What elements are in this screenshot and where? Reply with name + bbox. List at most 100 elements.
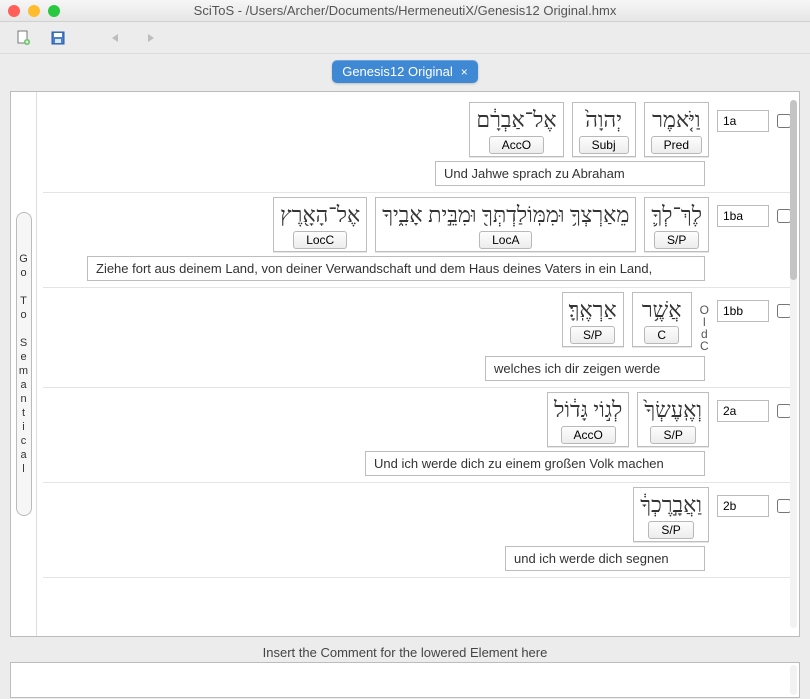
clause-checkbox[interactable] (777, 114, 791, 128)
syntax-unit[interactable]: וַיֹּ֤אמֶר Pred (644, 102, 709, 157)
clause-top: אֶל־אַבְרָ֔ם AccO יְהוָה֙ Subj וַיֹּ֤אמֶר Pre… (43, 102, 791, 157)
clause-checkbox[interactable] (777, 499, 791, 513)
work-area: Go To Semantical אֶל־אַבְרָ֔םAccOיְהוָה֙… (10, 91, 800, 637)
syntax-unit[interactable]: יְהוָה֙ Subj (572, 102, 636, 157)
role-button[interactable]: S/P (654, 231, 699, 249)
units-group: אַרְאֶֽךָּ׃S/P אֲשֶׁ֥ר C (562, 292, 692, 347)
translation-text[interactable]: Und Jahwe sprach zu Abraham (435, 161, 705, 186)
hebrew-text: וַאֲבָ֣רֶכְךָ֔ (640, 492, 702, 518)
clause-checkbox[interactable] (777, 209, 791, 223)
tabbar: Genesis12 Original × (0, 54, 810, 87)
clause-checkbox[interactable] (777, 304, 791, 318)
document-tab[interactable]: Genesis12 Original × (332, 60, 478, 83)
new-file-button[interactable] (10, 27, 38, 49)
role-button[interactable]: S/P (648, 521, 693, 539)
reference-input[interactable] (717, 400, 769, 422)
units-group: לְג֣וֹי גָּד֔וֹל AccO וְאֶֽעֶשְׂךָ֙ S/P (547, 392, 709, 447)
sidebar-letter: G (19, 253, 28, 265)
clause-top: אֶל־הָאָ֖רֶץ LocC מֵאַרְצְךָ֥ וּמִמּֽוֹלַד… (43, 197, 791, 252)
hebrew-text: וְאֶֽעֶשְׂךָ֙ (644, 397, 702, 423)
redo-button[interactable] (136, 27, 164, 49)
go-to-semantical-button[interactable]: Go To Semantical (16, 212, 32, 516)
hebrew-text: לֶךְ־לְךָ֛ (651, 202, 702, 228)
units-group: אֶל־אַבְרָ֔ם AccO יְהוָה֙ Subj וַיֹּ֤אמֶר Pre… (469, 102, 709, 157)
sidebar-letter: n (20, 393, 26, 405)
sidebar-letter (22, 281, 25, 293)
hebrew-text: אֶל־אַבְרָ֔ם (476, 107, 556, 133)
syntax-unit[interactable]: מֵאַרְצְךָ֥ וּמִמּֽוֹלַדְתְּךָ֖ וּמִבֵּ֣… (375, 197, 636, 252)
syntax-unit[interactable]: אֶל־הָאָ֖רֶץ LocC (273, 197, 367, 252)
units-group: וַאֲבָ֣רֶכְךָ֔ S/P (633, 487, 709, 542)
sidebar-letter: T (20, 295, 27, 307)
save-button[interactable] (44, 27, 72, 49)
clause-top: אַרְאֶֽךָּ׃S/P אֲשֶׁ֥ר C OldC (43, 292, 791, 352)
sidebar-letter: e (20, 351, 26, 363)
reference-input[interactable] (717, 300, 769, 322)
role-button[interactable]: AccO (561, 426, 616, 444)
translation-text[interactable]: Ziehe fort aus deinem Land, von deiner V… (87, 256, 705, 281)
translation-row: Und ich werde dich zu einem großen Volk … (43, 451, 791, 476)
reference-input[interactable] (717, 495, 769, 517)
sidebar: Go To Semantical (11, 92, 37, 636)
sidebar-letter: o (20, 267, 26, 279)
clause-row: אַרְאֶֽךָּ׃S/P אֲשֶׁ֥ר C OldC welches ich di… (43, 288, 791, 388)
translation-row: Ziehe fort aus deinem Land, von deiner V… (43, 256, 791, 281)
role-button[interactable]: S/P (570, 326, 615, 344)
syntax-unit[interactable]: וַאֲבָ֣רֶכְךָ֔ S/P (633, 487, 709, 542)
units-group: אֶל־הָאָ֖רֶץ LocC מֵאַרְצְךָ֥ וּמִמּֽוֹלַד… (273, 197, 709, 252)
sidebar-letter: c (21, 435, 27, 447)
role-button[interactable]: S/P (650, 426, 695, 444)
role-button[interactable]: LocA (479, 231, 532, 249)
syntax-unit[interactable]: אֶל־אַבְרָ֔ם AccO (469, 102, 563, 157)
hebrew-text: אֲשֶׁ֥ר (642, 297, 682, 323)
hebrew-text: לְג֣וֹי גָּד֔וֹל (554, 397, 622, 423)
role-button[interactable]: Pred (651, 136, 702, 154)
side-label: OldC (700, 292, 709, 352)
tab-label: Genesis12 Original (342, 64, 453, 79)
sidebar-letter: t (22, 407, 25, 419)
minimize-window-icon[interactable] (28, 5, 40, 17)
zoom-window-icon[interactable] (48, 5, 60, 17)
comment-label: Insert the Comment for the lowered Eleme… (10, 645, 800, 660)
hebrew-text: אֶל־הָאָ֖רֶץ (280, 202, 360, 228)
window-controls (8, 5, 60, 17)
sidebar-letter: i (22, 421, 24, 433)
syntax-unit[interactable]: אַרְאֶֽךָּ׃S/P (562, 292, 624, 347)
close-tab-icon[interactable]: × (461, 65, 468, 79)
role-button[interactable]: C (644, 326, 679, 344)
translation-row: und ich werde dich segnen (43, 546, 791, 571)
comment-input[interactable] (10, 662, 800, 698)
translation-text[interactable]: Und ich werde dich zu einem großen Volk … (365, 451, 705, 476)
hebrew-text: וַיֹּ֤אמֶר (652, 107, 700, 133)
close-window-icon[interactable] (8, 5, 20, 17)
translation-text[interactable]: welches ich dir zeigen werde (485, 356, 705, 381)
titlebar: SciToS - /Users/Archer/Documents/Hermene… (0, 0, 810, 22)
translation-text[interactable]: und ich werde dich segnen (505, 546, 705, 571)
syntax-unit[interactable]: וְאֶֽעֶשְׂךָ֙ S/P (637, 392, 709, 447)
role-button[interactable]: AccO (489, 136, 544, 154)
role-button[interactable]: LocC (293, 231, 347, 249)
sidebar-letter: o (20, 309, 26, 321)
clause-row: לְג֣וֹי גָּד֔וֹל AccO וְאֶֽעֶשְׂךָ֙ S/P Und … (43, 388, 791, 483)
sidebar-letter: l (22, 463, 24, 475)
sidebar-letter: m (19, 365, 28, 377)
sidebar-letter: a (20, 449, 26, 461)
clause-row: אֶל־הָאָ֖רֶץ LocC מֵאַרְצְךָ֥ וּמִמּֽוֹלַד… (43, 193, 791, 288)
window-title: SciToS - /Users/Archer/Documents/Hermene… (0, 3, 810, 18)
comment-scrollbar[interactable] (790, 665, 797, 695)
syntax-unit[interactable]: לֶךְ־לְךָ֛ S/P (644, 197, 709, 252)
reference-input[interactable] (717, 205, 769, 227)
reference-input[interactable] (717, 110, 769, 132)
role-button[interactable]: Subj (579, 136, 629, 154)
clause-top: לְג֣וֹי גָּד֔וֹל AccO וְאֶֽעֶשְׂךָ֙ S/P (43, 392, 791, 447)
hebrew-text: יְהוָה֙ (585, 107, 622, 133)
undo-button[interactable] (102, 27, 130, 49)
scrollbar-thumb[interactable] (790, 100, 797, 280)
syntax-unit[interactable]: אֲשֶׁ֥ר C (632, 292, 692, 347)
syntax-unit[interactable]: לְג֣וֹי גָּד֔וֹל AccO (547, 392, 629, 447)
hebrew-text: מֵאַרְצְךָ֥ וּמִמּֽוֹלַדְתְּךָ֖ וּמִבֵּ֣… (382, 202, 629, 228)
clause-canvas[interactable]: אֶל־אַבְרָ֔ם AccO יְהוָה֙ Subj וַיֹּ֤אמֶר Pre… (37, 92, 799, 636)
translation-row: Und Jahwe sprach zu Abraham (43, 161, 791, 186)
clause-top: וַאֲבָ֣רֶכְךָ֔ S/P (43, 487, 791, 542)
clause-checkbox[interactable] (777, 404, 791, 418)
